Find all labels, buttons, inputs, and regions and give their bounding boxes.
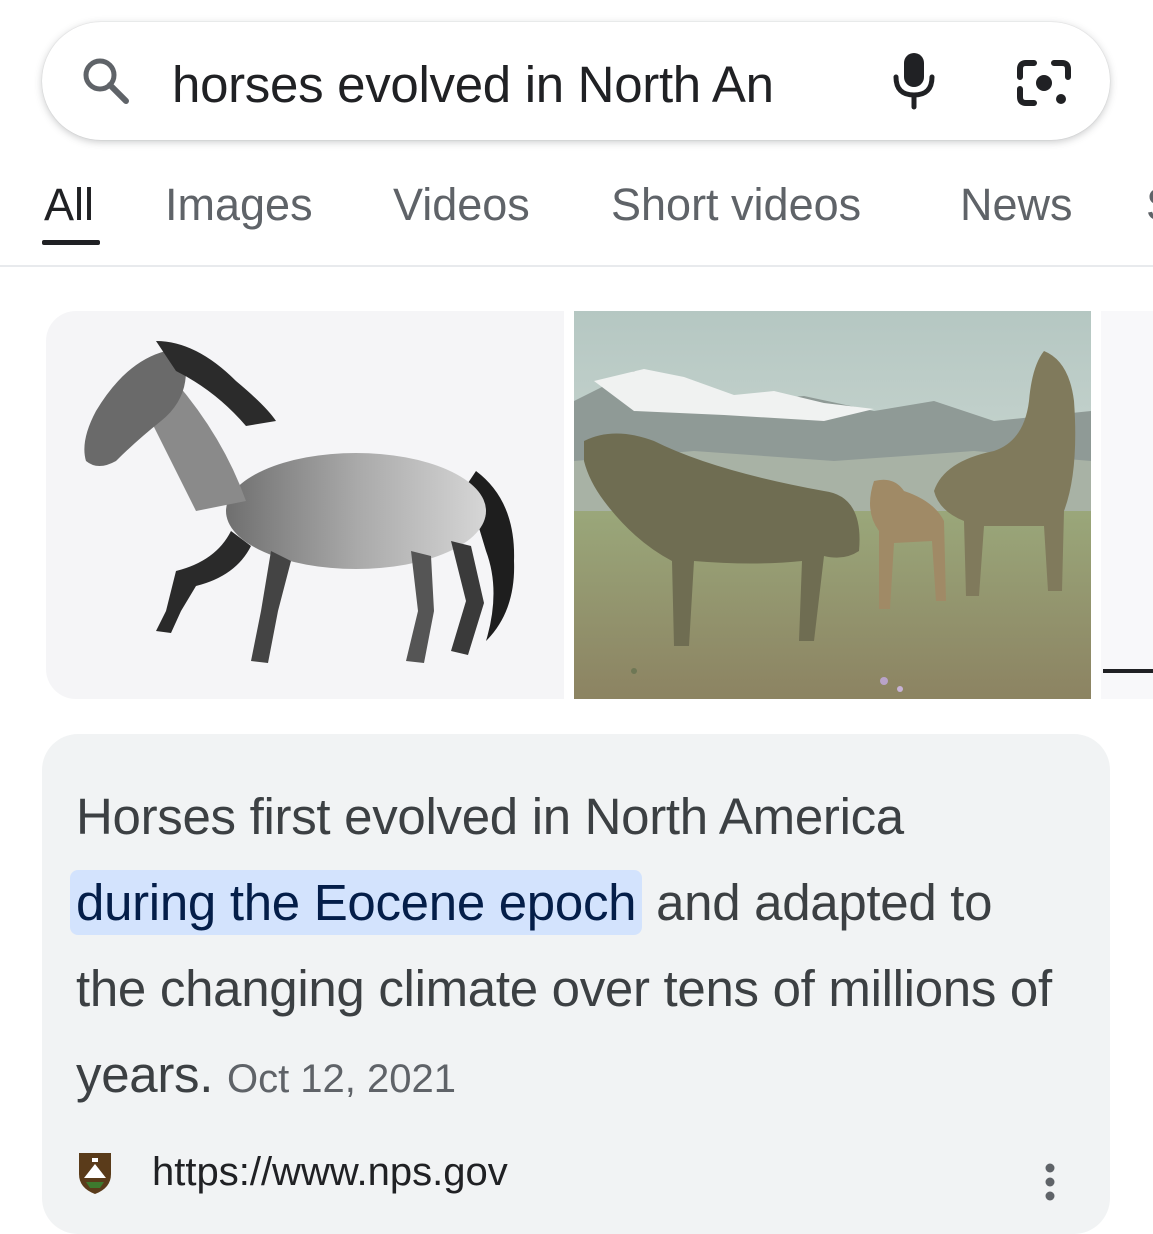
tab-images[interactable]: Images	[165, 175, 313, 235]
source-row[interactable]: https://www.nps.gov	[76, 1142, 1076, 1202]
lens-icon[interactable]	[1014, 57, 1074, 114]
snippet-date: Oct 12, 2021	[226, 1057, 457, 1101]
image-horse-illustration[interactable]	[46, 311, 564, 699]
tabs-divider	[0, 265, 1153, 267]
search-input[interactable]: horses evolved in North An	[172, 50, 862, 120]
search-tabs: All Images Videos Short videos News S	[0, 160, 1153, 268]
snippet-answer: Horses first evolved in North America du…	[70, 774, 1056, 1122]
more-options-icon[interactable]	[1044, 1162, 1056, 1207]
tab-videos[interactable]: Videos	[393, 175, 530, 235]
nps-favicon-icon	[76, 1150, 114, 1201]
tab-overflow[interactable]: S	[1146, 175, 1153, 235]
source-url[interactable]: https://www.nps.gov	[152, 1142, 508, 1202]
tab-all[interactable]: All	[44, 175, 94, 235]
search-icon[interactable]	[80, 55, 132, 112]
image-partial[interactable]	[1101, 311, 1153, 699]
tab-short-videos[interactable]: Short videos	[611, 175, 861, 235]
mic-icon[interactable]	[890, 51, 938, 116]
active-tab-indicator	[42, 240, 100, 245]
snippet-highlight: during the Eocene epoch	[70, 870, 643, 935]
tab-news[interactable]: News	[960, 175, 1073, 235]
image-ancient-horses-landscape[interactable]	[574, 311, 1091, 699]
snippet-text-before: Horses first evolved in North America	[76, 788, 904, 845]
